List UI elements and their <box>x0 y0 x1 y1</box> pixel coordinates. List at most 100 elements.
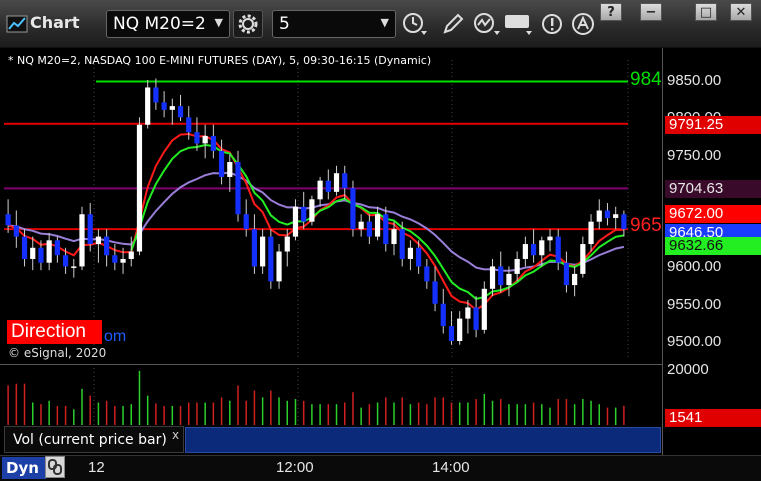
candle-body <box>596 210 602 222</box>
direction-label: Direction <box>7 320 102 344</box>
candle-body <box>580 244 586 274</box>
minimize-button[interactable]: − <box>640 3 662 21</box>
chain-link-icon <box>48 459 62 475</box>
get-icon <box>505 15 532 35</box>
volume-badge: 1541 <box>665 409 761 427</box>
settings-button[interactable] <box>233 10 263 38</box>
alert-icon <box>542 14 562 34</box>
candle-body <box>128 251 134 259</box>
candle-body <box>424 266 430 282</box>
red-moving-average <box>7 132 624 312</box>
candle-body <box>243 214 249 230</box>
alert-button[interactable] <box>537 10 567 38</box>
candle-body <box>202 135 208 144</box>
study-chart-icon <box>474 13 500 35</box>
maximize-button[interactable]: □ <box>695 3 717 21</box>
font-button[interactable] <box>568 10 598 38</box>
price-chart[interactable] <box>0 48 761 455</box>
candle-body <box>95 236 102 245</box>
green-level-label: 984 <box>630 70 662 90</box>
get-data-button[interactable] <box>504 10 534 38</box>
purple-moving-average <box>7 171 625 272</box>
candle-body <box>71 266 77 268</box>
candle-body <box>235 162 241 215</box>
font-size-icon <box>572 13 594 35</box>
candle-body <box>136 124 143 252</box>
volume-axis-top: 20000 <box>667 361 709 378</box>
time-template-button[interactable] <box>400 10 430 38</box>
candle-body <box>79 214 85 267</box>
candle-body <box>465 307 471 319</box>
candle-body <box>38 247 44 263</box>
price-tick: 9850.00 <box>667 72 722 89</box>
candle-body <box>62 255 69 267</box>
candle-body <box>333 173 340 192</box>
price-badge-green-ma: 9632.66 <box>665 237 761 255</box>
draw-tool-button[interactable] <box>438 10 468 38</box>
candle-body <box>588 221 594 245</box>
candle-body <box>145 87 151 125</box>
candle-body <box>391 229 397 245</box>
candle-body <box>358 221 364 230</box>
link-icon[interactable] <box>45 456 65 478</box>
dynamic-button[interactable]: Dyn <box>2 457 46 479</box>
volume-legend[interactable]: Vol (current price bar) <box>4 426 184 453</box>
chevron-down-icon: ▼ <box>380 16 389 29</box>
candle-body <box>317 180 323 200</box>
close-icon[interactable]: x <box>172 428 179 442</box>
symbol-combo[interactable]: NQ M20=2 ▼ <box>106 10 230 38</box>
candle-body <box>416 247 422 267</box>
candle-body <box>301 206 307 222</box>
candle-body <box>112 255 118 263</box>
candle-body <box>530 244 537 256</box>
studies-button[interactable] <box>472 10 502 38</box>
price-tick: 9750.00 <box>667 146 722 164</box>
chart-app-icon <box>6 15 28 33</box>
candle-body <box>506 273 512 286</box>
pencil-icon <box>443 13 464 34</box>
candle-body <box>563 262 570 286</box>
candle-body <box>21 236 28 259</box>
candle-body <box>210 135 216 151</box>
candle-body <box>260 236 266 267</box>
help-button[interactable]: ? <box>600 3 622 21</box>
price-tick: 9500.00 <box>667 333 722 350</box>
candle-body <box>498 266 504 286</box>
interval-value: 5 <box>279 14 290 34</box>
candle-body <box>104 236 110 256</box>
candle-body <box>325 180 331 192</box>
price-tick: 9550.00 <box>667 295 722 313</box>
candle-body <box>30 247 36 259</box>
clock-icon <box>403 13 427 35</box>
candle-body <box>227 162 233 177</box>
price-badge-level: 9791.25 <box>665 116 761 134</box>
candle-body <box>153 87 159 103</box>
candle-body <box>539 240 545 256</box>
candle-body <box>268 236 274 282</box>
candle-body <box>186 117 192 133</box>
candle-body <box>572 273 578 286</box>
candle-body <box>13 225 19 237</box>
volume-bars <box>7 370 625 425</box>
candle-body <box>613 214 619 218</box>
candle-body <box>161 102 167 110</box>
candle-body <box>350 188 356 230</box>
candle-body <box>547 236 553 241</box>
candle-body <box>399 229 405 259</box>
interval-combo[interactable]: 5 ▼ <box>272 10 396 38</box>
candle-body <box>177 106 184 118</box>
candle-body <box>383 214 389 245</box>
close-button[interactable]: ✕ <box>730 3 752 21</box>
red-level-label: 965 <box>630 216 662 236</box>
app-title: Chart <box>30 13 80 32</box>
candle-body <box>218 150 225 177</box>
time-tick: 12:00 <box>276 459 314 476</box>
candle-body <box>448 326 455 341</box>
candle-body <box>309 199 315 222</box>
candle-body <box>46 240 52 263</box>
candle-body <box>366 221 372 237</box>
candle-body <box>621 214 627 230</box>
candle-body <box>194 132 200 144</box>
candle-body <box>489 266 496 289</box>
candle-body <box>87 214 93 245</box>
